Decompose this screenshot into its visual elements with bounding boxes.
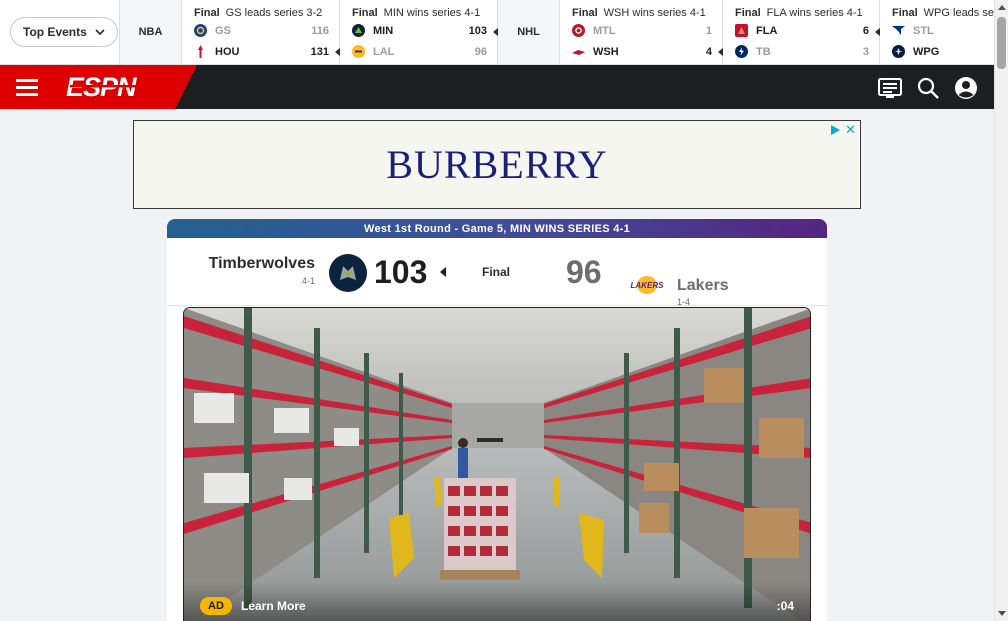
timberwolves-logo-icon [352, 24, 365, 37]
site-header: ESPN [0, 65, 994, 109]
game-status-text: Final [482, 265, 511, 279]
panthers-logo-icon [735, 24, 748, 37]
away-team-score: 96 [566, 254, 602, 290]
top-events-dropdown[interactable]: Top Events [10, 17, 118, 47]
game-card-stl-wpg[interactable]: Final WPG leads se STL WPG [880, 0, 994, 64]
winner-arrow-icon [493, 28, 498, 36]
jets-logo-icon [892, 45, 905, 58]
league-label-nhl[interactable]: NHL [498, 0, 560, 64]
adchoices-icon[interactable] [831, 124, 841, 135]
capitals-logo-icon [572, 45, 585, 58]
score-strip: Top Events NBA Final GS leads series 3-2 … [0, 0, 994, 65]
away-team-record: 1-4 [677, 297, 691, 307]
team-row-tb: TB 3 [735, 41, 869, 62]
home-team-name[interactable]: Timberwolves [209, 255, 315, 273]
lakers-logo-icon [352, 45, 365, 58]
team-row-gs: GS 116 [194, 20, 329, 41]
home-team-score: 103 [374, 254, 428, 290]
team-row-hou: HOU 131 [194, 41, 329, 62]
winner-arrow-icon [440, 267, 446, 277]
team-row-wpg: WPG [892, 41, 994, 62]
ad-choices[interactable]: ✕ [831, 123, 856, 136]
game-card: West 1st Round - Game 5, MIN WINS SERIES… [167, 219, 827, 621]
ad-brand-text: BURBERRY [386, 142, 608, 187]
game-card-gs-hou[interactable]: Final GS leads series 3-2 GS 116 HOU 131 [182, 0, 340, 64]
game-card-fla-tb[interactable]: Final FLA wins series 4-1 FLA 6 TB 3 [723, 0, 880, 64]
lakers-logo-icon[interactable]: LAKERS [630, 275, 664, 295]
game-status: Final MIN wins series 4-1 [352, 7, 481, 19]
away-team-name[interactable]: Lakers [677, 277, 729, 295]
svg-text:LAKERS: LAKERS [631, 281, 664, 290]
video-ad-badge: AD [200, 597, 232, 615]
top-events-label: Top Events [23, 25, 87, 39]
team-row-mtl: MTL 1 [572, 20, 712, 41]
timberwolves-logo-icon[interactable] [329, 254, 367, 292]
rockets-logo-icon [194, 45, 207, 58]
learn-more-link[interactable]: Learn More [241, 599, 306, 613]
home-team-record: 4-1 [301, 276, 315, 286]
menu-icon[interactable] [16, 79, 38, 96]
league-label-nba[interactable]: NBA [120, 0, 182, 64]
game-card-mtl-wsh[interactable]: Final WSH wins series 4-1 MTL 1 WSH 4 [560, 0, 723, 64]
team-row-stl: STL [892, 20, 994, 41]
video-time-remaining: :04 [776, 599, 794, 613]
page-scrollbar[interactable] [994, 0, 1008, 621]
lightning-logo-icon [735, 45, 748, 58]
espn-logo[interactable]: ESPN [66, 74, 148, 100]
game-status: Final GS leads series 3-2 [194, 7, 323, 19]
series-banner: West 1st Round - Game 5, MIN WINS SERIES… [167, 219, 827, 238]
close-ad-icon[interactable]: ✕ [845, 123, 856, 136]
team-row-lal: LAL 96 [352, 41, 487, 62]
scroll-down-icon[interactable] [998, 611, 1006, 616]
game-status: Final WPG leads se [892, 7, 994, 19]
video-player[interactable]: AD Learn More :04 [183, 307, 811, 621]
blues-logo-icon [892, 24, 905, 37]
header-brand-area: ESPN [0, 65, 197, 109]
game-card-min-lal[interactable]: Final MIN wins series 4-1 MIN 103 LAL 96 [340, 0, 498, 64]
team-row-fla: FLA 6 [735, 20, 869, 41]
team-row-min: MIN 103 [352, 20, 487, 41]
game-status: Final WSH wins series 4-1 [572, 7, 706, 19]
warehouse-video-frame [184, 308, 810, 621]
canadiens-logo-icon [572, 24, 585, 37]
game-status: Final FLA wins series 4-1 [735, 7, 863, 19]
scroll-up-icon[interactable] [998, 5, 1006, 10]
matchup-header[interactable]: Timberwolves 4-1 103 Final 96 LAKERS Lak… [167, 238, 827, 307]
chevron-down-icon [95, 29, 105, 36]
search-icon[interactable] [916, 76, 940, 100]
header-icons [878, 76, 978, 100]
profile-icon[interactable] [954, 76, 978, 100]
warriors-logo-icon [194, 24, 207, 37]
events-cell: Top Events [0, 0, 120, 64]
scrollbar-thumb[interactable] [997, 17, 1006, 69]
team-row-wsh: WSH 4 [572, 41, 712, 62]
scores-icon[interactable] [878, 76, 902, 100]
banner-ad[interactable]: BURBERRY ✕ [133, 120, 861, 209]
